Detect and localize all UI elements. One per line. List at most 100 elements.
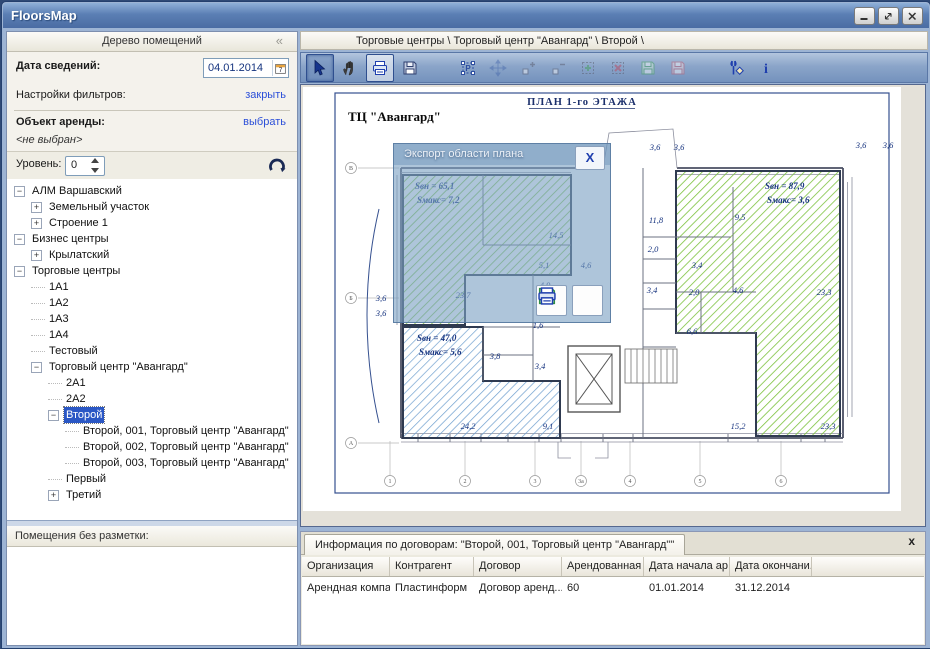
maximize-button[interactable] [878, 7, 899, 25]
close-icon [907, 12, 918, 21]
tree-item[interactable]: 1А3 [7, 311, 297, 327]
spin-down-icon[interactable] [91, 168, 99, 173]
tree-item-label[interactable]: 1А1 [47, 279, 71, 295]
tree-item[interactable]: + Крылатский [7, 247, 297, 263]
column-header[interactable]: Контрагент [390, 557, 474, 576]
region-frame-icon: P [459, 59, 477, 77]
move-region-button[interactable] [484, 54, 512, 82]
expand-icon[interactable]: + [31, 250, 42, 261]
tree-item-label[interactable]: 2А1 [64, 375, 88, 391]
settings-button[interactable] [722, 54, 750, 82]
tree-item-label[interactable]: Тестовый [47, 343, 100, 359]
tree-item-label[interactable]: Торговые центры [30, 263, 122, 279]
collapse-icon[interactable]: − [31, 362, 42, 373]
delete-region-button[interactable] [604, 54, 632, 82]
spin-up-icon[interactable] [91, 158, 99, 163]
delete-saved-region-button[interactable] [664, 54, 692, 82]
column-header[interactable]: Договор [474, 557, 562, 576]
tree-item[interactable]: Второй, 001, Торговый центр "Авангард" [7, 423, 297, 439]
contracts-table-header[interactable]: ОрганизацияКонтрагентДоговорАрендованная… [302, 557, 924, 577]
save-button[interactable] [396, 54, 424, 82]
rotate-button[interactable] [267, 155, 287, 180]
expand-icon[interactable]: + [48, 490, 59, 501]
select-cursor-button[interactable] [306, 54, 334, 82]
collapse-icon[interactable]: − [14, 186, 25, 197]
tree-item-label[interactable]: АЛМ Варшавский [30, 183, 124, 199]
region-frame-button[interactable]: P [454, 54, 482, 82]
column-header[interactable]: Организация [302, 557, 390, 576]
svg-text:7: 7 [279, 67, 283, 74]
tree-item[interactable]: 1А4 [7, 327, 297, 343]
contracts-close-button[interactable]: x [908, 534, 915, 548]
table-row[interactable]: Арендная компа...ПластинформДоговор арен… [302, 579, 924, 598]
tree-item[interactable]: Тестовый [7, 343, 297, 359]
tree-item-label[interactable]: Земельный участок [47, 199, 151, 215]
add-point-button[interactable] [514, 54, 542, 82]
pan-hand-button[interactable] [336, 54, 364, 82]
tree-item[interactable]: 2А1 [7, 375, 297, 391]
export-close-button[interactable]: X [575, 146, 605, 170]
grid-axis-label: 2 [464, 479, 467, 485]
tree-item-label[interactable]: 1А4 [47, 327, 71, 343]
tree-item[interactable]: Второй, 003, Торговый центр "Авангард" [7, 455, 297, 471]
collapse-icon[interactable]: − [14, 234, 25, 245]
tree-item[interactable]: + Строение 1 [7, 215, 297, 231]
tree-item[interactable]: + Третий [7, 487, 297, 503]
save-region-button[interactable] [634, 54, 662, 82]
tree-item[interactable]: 1А2 [7, 295, 297, 311]
tree-item-label[interactable]: Второй, 003, Торговый центр "Авангард" [81, 455, 291, 471]
tree-item-label[interactable]: Второй, 002, Торговый центр "Авангард" [81, 439, 291, 455]
expand-icon[interactable]: + [31, 218, 42, 229]
add-region-button[interactable] [574, 54, 602, 82]
contracts-tab[interactable]: Информация по договорам: "Второй, 001, Т… [304, 534, 685, 555]
info-button[interactable]: i [752, 54, 780, 82]
tree-item-label[interactable]: Строение 1 [47, 215, 110, 231]
unmarked-rooms-list[interactable] [7, 547, 297, 645]
date-input[interactable] [204, 61, 272, 75]
calendar-button[interactable]: 7 [272, 60, 288, 76]
tree-item[interactable]: Второй, 002, Торговый центр "Авангард" [7, 439, 297, 455]
column-header[interactable]: Дата окончани... [730, 557, 812, 576]
collapse-icon[interactable]: − [14, 266, 25, 277]
tree-item-label[interactable]: Первый [64, 471, 108, 487]
tree-item[interactable]: −Торговый центр "Авангард" [7, 359, 297, 375]
tree-item-label[interactable]: 1А2 [47, 295, 71, 311]
tree-item-label[interactable]: 1А3 [47, 311, 71, 327]
tree-item-label[interactable]: Крылатский [47, 247, 111, 263]
tree-item-label[interactable]: Третий [64, 487, 103, 503]
expand-icon[interactable]: + [31, 202, 42, 213]
date-field[interactable]: 7 [203, 58, 289, 78]
minimize-button[interactable] [854, 7, 875, 25]
rooms-tree[interactable]: −АЛМ Варшавский+Земельный участок+Строен… [7, 179, 297, 520]
tree-item[interactable]: −Бизнес центры [7, 231, 297, 247]
tree-item-label[interactable]: Второй, 001, Торговый центр "Авангард" [81, 423, 291, 439]
remove-point-button[interactable] [544, 54, 572, 82]
column-header[interactable]: Арендованная ... [562, 557, 644, 576]
room-blue-left[interactable] [403, 327, 560, 438]
tree-item[interactable]: 1А1 [7, 279, 297, 295]
tree-item[interactable]: 2А2 [7, 391, 297, 407]
collapse-panel-icon[interactable]: « [276, 32, 281, 50]
tree-item[interactable]: Первый [7, 471, 297, 487]
level-stepper[interactable]: 0 [65, 156, 105, 176]
export-print-button[interactable] [572, 285, 603, 316]
title-bar[interactable]: FloorsMap [3, 3, 929, 28]
tree-item-label[interactable]: 2А2 [64, 391, 88, 407]
export-region-overlay[interactable]: Экспорт области плана X [393, 143, 611, 323]
filters-close-link[interactable]: закрыть [245, 89, 286, 101]
tree-item[interactable]: + Земельный участок [7, 199, 297, 215]
column-header[interactable]: Дата начала ар... [644, 557, 730, 576]
print-button[interactable] [366, 54, 394, 82]
collapse-icon[interactable]: − [48, 410, 59, 421]
tree-item-label[interactable]: Второй [64, 407, 104, 423]
tree-item-label[interactable]: Бизнес центры [30, 231, 111, 247]
dimension-label: 3,6 [855, 140, 867, 150]
contracts-table[interactable]: ОрганизацияКонтрагентДоговорАрендованная… [302, 557, 924, 644]
close-button[interactable] [902, 7, 923, 25]
tree-item[interactable]: −АЛМ Варшавский [7, 183, 297, 199]
plan-viewer[interactable]: ПЛАН 1-го ЭТАЖА ТЦ "Авангард" 1233а456ВБ… [300, 84, 926, 527]
tree-item-label[interactable]: Торговый центр "Авангард" [47, 359, 190, 375]
tree-item[interactable]: −Второй [7, 407, 297, 423]
rent-select-link[interactable]: выбрать [243, 116, 286, 128]
tree-item[interactable]: −Торговые центры [7, 263, 297, 279]
